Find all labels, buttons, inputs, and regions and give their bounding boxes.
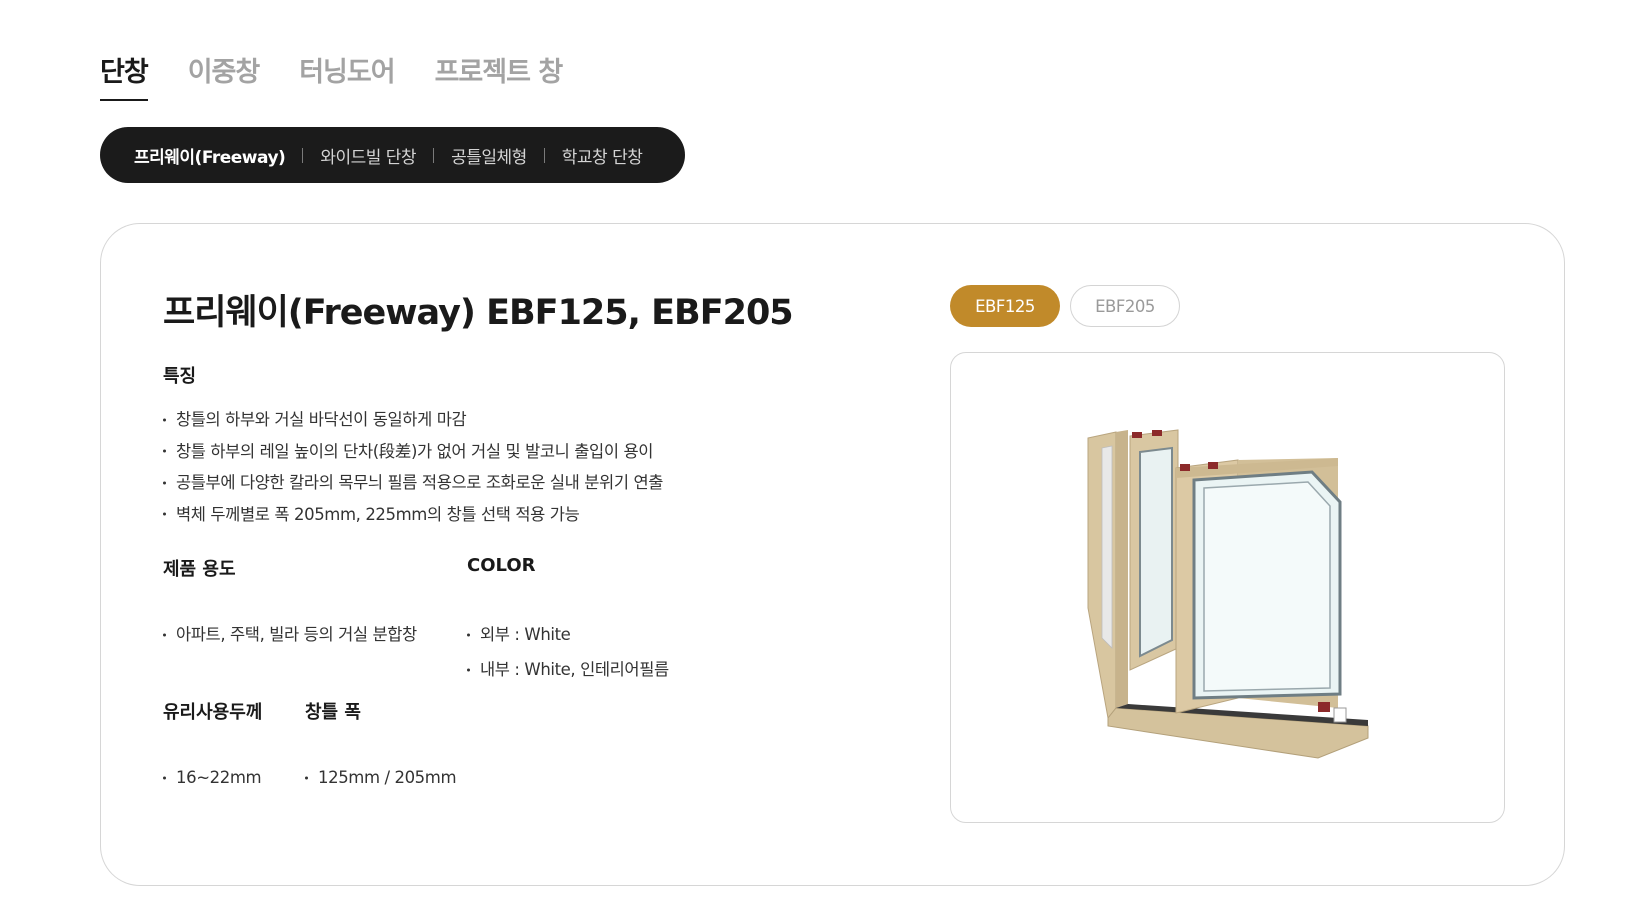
list-item: 창틀의 하부와 거실 바닥선이 동일하게 마감 — [163, 404, 663, 436]
product-title: 프리웨이(Freeway) EBF125, EBF205 — [163, 293, 794, 333]
usage-list: 아파트, 주택, 빌라 등의 거실 분합창 — [163, 617, 417, 652]
sub-tabs: 프리웨이(Freeway) 와이드빌 단창 공틀일체형 학교창 단창 — [100, 127, 685, 183]
list-item: 내부 : White, 인테리어필름 — [467, 652, 669, 687]
window-frame-image — [1087, 428, 1368, 759]
page: 단창 이중창 터닝도어 프로젝트 창 프리웨이(Freeway) 와이드빌 단창… — [0, 0, 1625, 919]
frame-width-list: 125mm / 205mm — [305, 760, 457, 795]
sub-tab-school-window[interactable]: 학교창 단창 — [562, 143, 643, 168]
divider — [302, 147, 304, 163]
list-item: 창틀 하부의 레일 높이의 단차(段差)가 없어 거실 및 발코니 출입이 용이 — [163, 436, 663, 468]
list-item: 외부 : White — [467, 617, 669, 652]
tab-turning-door[interactable]: 터닝도어 — [299, 50, 395, 101]
color-title: COLOR — [467, 555, 536, 576]
product-image-box — [950, 352, 1505, 823]
list-item: 벽체 두께별로 폭 205mm, 225mm의 창틀 선택 적용 가능 — [163, 499, 663, 531]
sub-tab-widebil[interactable]: 와이드빌 단창 — [320, 143, 416, 168]
features-list: 창틀의 하부와 거실 바닥선이 동일하게 마감 창틀 하부의 레일 높이의 단차… — [163, 404, 663, 530]
usage-title: 제품 용도 — [163, 559, 236, 580]
color-list: 외부 : White 내부 : White, 인테리어필름 — [467, 617, 669, 687]
tab-double-window[interactable]: 이중창 — [188, 50, 261, 101]
list-item: 아파트, 주택, 빌라 등의 거실 분합창 — [163, 617, 417, 652]
list-item: 125mm / 205mm — [305, 760, 457, 795]
model-button-ebf125[interactable]: EBF125 — [950, 285, 1060, 327]
glass-thickness-title: 유리사용두께 — [163, 702, 263, 723]
tab-project-window[interactable]: 프로젝트 창 — [435, 50, 564, 101]
divider — [543, 147, 545, 163]
list-item: 공틀부에 다양한 칼라의 목무늬 필름 적용으로 조화로운 실내 분위기 연출 — [163, 467, 663, 499]
sub-tab-integrated-frame[interactable]: 공틀일체형 — [451, 143, 527, 168]
tab-single-window[interactable]: 단창 — [100, 50, 149, 101]
product-card: 프리웨이(Freeway) EBF125, EBF205 특징 창틀의 하부와 … — [100, 223, 1565, 886]
list-item: 16~22mm — [163, 760, 262, 795]
frame-width-title: 창틀 폭 — [305, 702, 361, 723]
sub-tab-freeway[interactable]: 프리웨이(Freeway) — [134, 143, 286, 168]
features-title: 특징 — [163, 366, 197, 387]
category-tabs: 단창 이중창 터닝도어 프로젝트 창 — [100, 50, 564, 101]
glass-thickness-list: 16~22mm — [163, 760, 262, 795]
divider — [433, 147, 435, 163]
model-button-ebf205[interactable]: EBF205 — [1070, 285, 1180, 327]
